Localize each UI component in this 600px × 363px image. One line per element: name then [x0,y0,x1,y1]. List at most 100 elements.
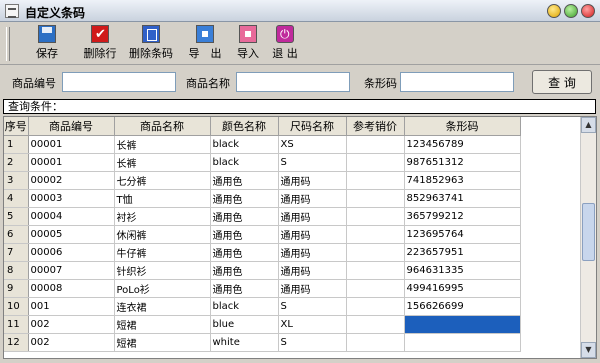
cell-barcode[interactable]: 156626699 [404,297,521,316]
cell-ref-price[interactable] [346,135,405,154]
column-header[interactable]: 条形码 [404,117,521,136]
cell-color[interactable]: white [210,333,279,352]
cell-ref-price[interactable] [346,207,405,226]
cell-product-code[interactable]: 00003 [28,189,115,208]
cell-barcode[interactable]: 123695764 [404,225,521,244]
delete-barcode-button[interactable]: 删除条码 [126,25,176,63]
cell-size[interactable]: S [278,297,347,316]
table-row[interactable]: 12 002 短裙 white S [4,333,521,352]
table-row[interactable]: 6 00005 休闲裤 通用色 通用码 123695764 [4,225,521,244]
cell-color[interactable]: 通用色 [210,243,279,262]
cell-product-name[interactable]: 连衣裙 [114,297,211,316]
table-row[interactable]: 1 00001 长裤 black XS 123456789 [4,135,521,154]
maximize-button[interactable] [564,4,578,18]
cell-color[interactable]: 通用色 [210,279,279,298]
cell-barcode[interactable]: 123456789 [404,135,521,154]
cell-ref-price[interactable] [346,153,405,172]
cell-product-name[interactable]: 牛仔裤 [114,243,211,262]
cell-product-name[interactable]: 衬衫 [114,207,211,226]
cell-ref-price[interactable] [346,279,405,298]
table-row[interactable]: 9 00008 PoLo衫 通用色 通用码 499416995 [4,279,521,298]
column-header[interactable]: 序号 [4,117,29,136]
toolbar-grip[interactable] [6,27,10,61]
cell-color[interactable]: 通用色 [210,207,279,226]
cell-size[interactable]: XS [278,135,347,154]
table-row[interactable]: 8 00007 针织衫 通用色 通用码 964631335 [4,261,521,280]
cell-color[interactable]: black [210,297,279,316]
cell-color[interactable]: 通用色 [210,225,279,244]
cell-product-code[interactable]: 00004 [28,207,115,226]
table-row[interactable]: 3 00002 七分裤 通用色 通用码 741852963 [4,171,521,190]
cell-product-code[interactable]: 00007 [28,261,115,280]
table-row[interactable]: 10 001 连衣裙 black S 156626699 [4,297,521,316]
column-header[interactable]: 商品编号 [28,117,115,136]
cell-ref-price[interactable] [346,225,405,244]
column-header[interactable]: 尺码名称 [278,117,347,136]
cell-product-name[interactable]: T恤 [114,189,211,208]
cell-barcode[interactable]: 987651312 [404,153,521,172]
cell-barcode[interactable]: 741852963 [404,171,521,190]
import-button[interactable]: 导入 [234,25,262,63]
cell-product-name[interactable]: PoLo衫 [114,279,211,298]
cell-color[interactable]: blue [210,315,279,334]
cell-product-name[interactable]: 休闲裤 [114,225,211,244]
export-button[interactable]: 导 出 [182,25,228,63]
cell-product-name[interactable]: 长裤 [114,135,211,154]
cell-color[interactable]: 通用色 [210,171,279,190]
cell-product-name[interactable]: 长裤 [114,153,211,172]
cell-product-name[interactable]: 针织衫 [114,261,211,280]
cell-product-code[interactable]: 00006 [28,243,115,262]
cell-size[interactable]: 通用码 [278,171,347,190]
cell-size[interactable]: 通用码 [278,207,347,226]
scroll-down-icon[interactable]: ▼ [581,342,596,358]
scrollbar-thumb[interactable] [582,203,595,261]
cell-product-code[interactable]: 00002 [28,171,115,190]
product-code-input[interactable] [62,72,176,92]
cell-product-code[interactable]: 002 [28,333,115,352]
cell-ref-price[interactable] [346,315,405,334]
exit-button[interactable]: 退 出 [270,25,300,63]
cell-product-name[interactable]: 七分裤 [114,171,211,190]
product-name-input[interactable] [236,72,350,92]
cell-product-code[interactable]: 00001 [28,153,115,172]
cell-ref-price[interactable] [346,189,405,208]
cell-product-code[interactable]: 00005 [28,225,115,244]
cell-ref-price[interactable] [346,261,405,280]
cell-size[interactable]: 通用码 [278,225,347,244]
cell-product-code[interactable]: 00008 [28,279,115,298]
cell-product-code[interactable]: 00001 [28,135,115,154]
cell-size[interactable]: 通用码 [278,279,347,298]
column-header[interactable]: 参考销价 [346,117,405,136]
cell-size[interactable]: 通用码 [278,189,347,208]
cell-product-name[interactable]: 短裙 [114,315,211,334]
cell-size[interactable]: 通用码 [278,261,347,280]
scroll-up-icon[interactable]: ▲ [581,117,596,133]
cell-color[interactable]: 通用色 [210,189,279,208]
cell-color[interactable]: black [210,135,279,154]
cell-ref-price[interactable] [346,333,405,352]
cell-barcode[interactable]: 964631335 [404,261,521,280]
cell-size[interactable]: XL [278,315,347,334]
cell-product-code[interactable]: 001 [28,297,115,316]
cell-barcode[interactable] [404,333,521,352]
barcode-input[interactable] [400,72,514,92]
cell-ref-price[interactable] [346,297,405,316]
vertical-scrollbar[interactable]: ▲ ▼ [580,117,596,358]
cell-barcode[interactable]: 852963741 [404,189,521,208]
cell-product-code[interactable]: 002 [28,315,115,334]
table-row[interactable]: 5 00004 衬衫 通用色 通用码 365799212 [4,207,521,226]
minimize-button[interactable] [547,4,561,18]
column-header[interactable]: 颜色名称 [210,117,279,136]
cell-color[interactable]: black [210,153,279,172]
cell-ref-price[interactable] [346,243,405,262]
table-row[interactable]: 11 002 短裙 blue XL [4,315,521,334]
column-header[interactable]: 商品名称 [114,117,211,136]
cell-barcode[interactable]: 365799212 [404,207,521,226]
table-row[interactable]: 4 00003 T恤 通用色 通用码 852963741 [4,189,521,208]
cell-size[interactable]: 通用码 [278,243,347,262]
cell-barcode[interactable]: 223657951 [404,243,521,262]
cell-ref-price[interactable] [346,171,405,190]
cell-size[interactable]: S [278,153,347,172]
query-button[interactable]: 查 询 [532,70,592,94]
cell-barcode[interactable]: 499416995 [404,279,521,298]
